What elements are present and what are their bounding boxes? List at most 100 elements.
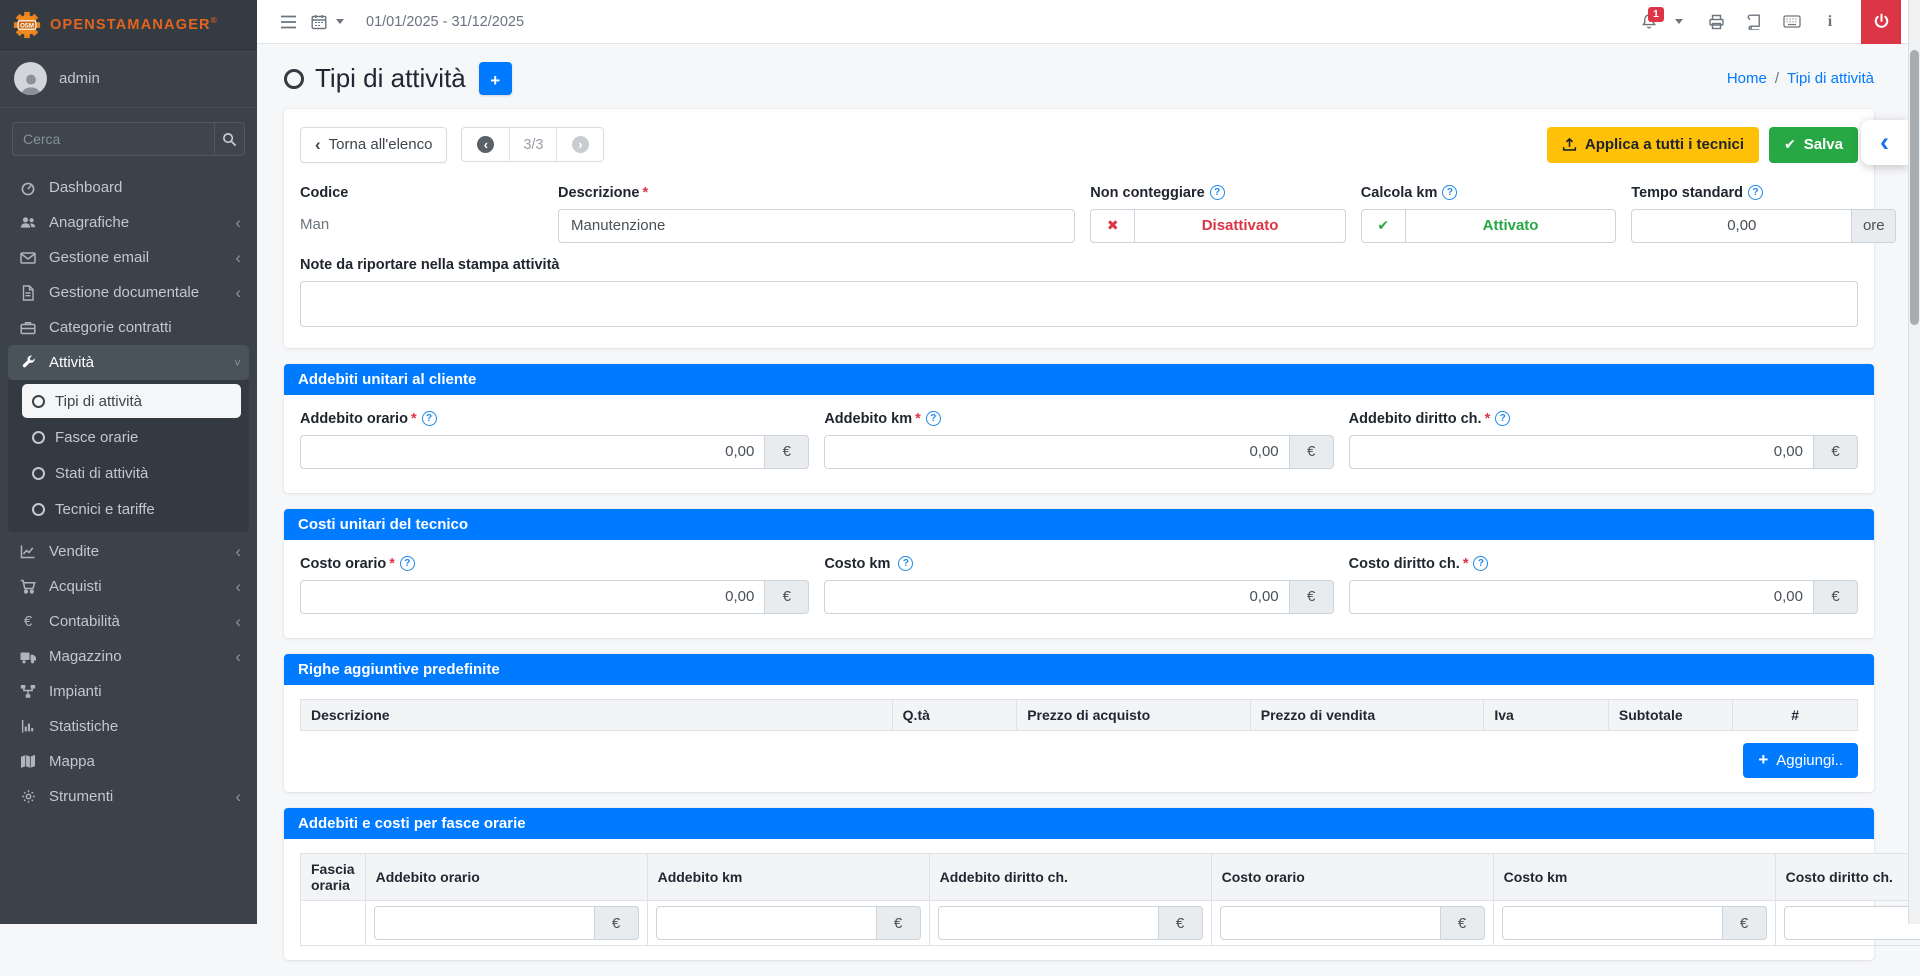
shortcuts-button[interactable] xyxy=(1773,5,1811,39)
sidebar-item-acquisti[interactable]: Acquisti ‹ xyxy=(8,569,249,604)
codice-value: Man xyxy=(300,209,543,233)
costo-diritto-input[interactable] xyxy=(1349,580,1814,614)
sidebar-item-attivita[interactable]: Attività ˅ xyxy=(8,345,249,380)
slot-costo-km-input[interactable] xyxy=(1502,906,1723,940)
circle-icon xyxy=(32,503,45,516)
tempo-standard-label: Tempo standard xyxy=(1631,185,1743,201)
slot-costo-orario-input[interactable] xyxy=(1220,906,1441,940)
circle-icon xyxy=(32,467,45,480)
power-icon xyxy=(1873,13,1890,30)
costo-orario-input[interactable] xyxy=(300,580,765,614)
euro-addon: € xyxy=(1159,906,1203,940)
sidebar-item-gestione-email[interactable]: Gestione email ‹ xyxy=(8,240,249,275)
help-icon[interactable]: ? xyxy=(400,556,415,571)
sidebar-item-stati-di-attivita[interactable]: Stati di attività xyxy=(22,456,241,490)
calcola-km-toggle[interactable]: Attivato xyxy=(1361,209,1617,243)
column-header: Subtotale xyxy=(1608,699,1733,730)
sidebar-item-label: Dashboard xyxy=(49,179,122,196)
sidebar-item-fasce-orarie[interactable]: Fasce orarie xyxy=(22,420,241,454)
required-asterisk: * xyxy=(411,411,417,427)
notifications-button[interactable]: 1 xyxy=(1632,5,1666,39)
tempo-standard-input[interactable] xyxy=(1631,209,1852,243)
euro-addon: € xyxy=(877,906,921,940)
non-conteggiare-toggle[interactable]: Disattivato xyxy=(1090,209,1346,243)
record-type-circle-icon xyxy=(284,69,304,89)
truck-icon xyxy=(16,650,40,664)
column-header: Addebito orario xyxy=(365,854,647,901)
chevron-left-icon: ‹ xyxy=(235,788,241,805)
descrizione-input[interactable] xyxy=(558,209,1075,243)
sidebar-item-anagrafiche[interactable]: Anagrafiche ‹ xyxy=(8,205,249,240)
search-input[interactable] xyxy=(13,123,214,155)
sidebar-item-contabilita[interactable]: € Contabilità ‹ xyxy=(8,604,249,639)
sidebar-item-tecnici-e-tariffe[interactable]: Tecnici e tariffe xyxy=(22,492,241,526)
brand-logo[interactable]: OSM OpenSTAManager® xyxy=(0,0,257,50)
addebito-km-field: Addebito km*? € xyxy=(824,411,1333,469)
sidebar-item-label: Acquisti xyxy=(49,578,102,595)
search-button[interactable] xyxy=(214,123,244,155)
help-icon[interactable]: ? xyxy=(1210,185,1225,200)
sidebar-item-tipi-di-attivita[interactable]: Tipi di attività xyxy=(22,384,241,418)
costo-orario-label: Costo orario xyxy=(300,556,386,572)
svg-text:OSM: OSM xyxy=(20,22,34,29)
slot-addebito-orario-input[interactable] xyxy=(374,906,595,940)
help-icon[interactable]: ? xyxy=(1442,185,1457,200)
logout-button[interactable] xyxy=(1861,0,1901,44)
print-button[interactable] xyxy=(1697,5,1735,39)
sidebar-item-magazzino[interactable]: Magazzino ‹ xyxy=(8,639,249,674)
sidebar-item-mappa[interactable]: Mappa xyxy=(8,744,249,779)
add-row-button[interactable]: Aggiungi.. xyxy=(1743,743,1858,779)
sidebar-item-strumenti[interactable]: Strumenti ‹ xyxy=(8,779,249,814)
breadcrumb-home-link[interactable]: Home xyxy=(1727,70,1767,87)
addebito-diritto-input[interactable] xyxy=(1349,435,1814,469)
help-icon[interactable]: ? xyxy=(898,556,913,571)
back-to-list-button[interactable]: ‹ Torna all'elenco xyxy=(300,127,447,163)
client-charges-body: Addebito orario*? € Addebito km*? € Adde… xyxy=(284,395,1874,493)
avatar xyxy=(14,62,47,95)
costo-km-input[interactable] xyxy=(824,580,1289,614)
user-panel[interactable]: admin xyxy=(0,50,257,108)
sidebar-item-categorie-contratti[interactable]: Categorie contratti xyxy=(8,310,249,345)
note-textarea[interactable] xyxy=(300,281,1858,327)
sidebar-item-vendite[interactable]: Vendite ‹ xyxy=(8,534,249,569)
help-icon[interactable]: ? xyxy=(1748,185,1763,200)
slot-addebito-km-input[interactable] xyxy=(656,906,877,940)
sidebar: OSM OpenSTAManager® admin Dashboard Anag… xyxy=(0,0,257,924)
vertical-scrollbar[interactable] xyxy=(1908,0,1920,924)
sidebar-item-gestione-documentale[interactable]: Gestione documentale ‹ xyxy=(8,275,249,310)
help-icon[interactable]: ? xyxy=(1495,411,1510,426)
scrollbar-thumb[interactable] xyxy=(1910,50,1919,325)
help-icon[interactable]: ? xyxy=(1473,556,1488,571)
sidebar-item-impianti[interactable]: Impianti xyxy=(8,674,249,709)
calcola-km-field: Calcola km? Attivato xyxy=(1361,185,1617,243)
menu-toggle-icon[interactable] xyxy=(271,5,305,39)
info-button[interactable]: i xyxy=(1811,5,1849,39)
slot-addebito-diritto-input[interactable] xyxy=(938,906,1159,940)
euro-addon: € xyxy=(595,906,639,940)
addebito-orario-input[interactable] xyxy=(300,435,765,469)
manual-button[interactable] xyxy=(1735,5,1773,39)
sidebar-item-label: Anagrafiche xyxy=(49,214,129,231)
save-button[interactable]: Salva xyxy=(1769,127,1858,163)
help-icon[interactable]: ? xyxy=(422,411,437,426)
add-record-button[interactable] xyxy=(479,62,512,95)
required-asterisk: * xyxy=(915,411,921,427)
prev-record-button[interactable]: ‹ xyxy=(462,128,509,161)
sidebar-item-label: Impianti xyxy=(49,683,102,700)
period-picker[interactable]: 01/01/2025 - 31/12/2025 xyxy=(311,14,524,30)
sidebar-item-dashboard[interactable]: Dashboard xyxy=(8,170,249,205)
side-panel-toggle[interactable]: ‹ xyxy=(1861,120,1908,165)
sidebar-item-statistiche[interactable]: Statistiche xyxy=(8,709,249,744)
gear-logo-icon: OSM xyxy=(12,10,42,40)
next-record-button[interactable]: › xyxy=(556,128,603,161)
descrizione-field: Descrizione* xyxy=(558,185,1075,243)
apply-to-all-technicians-button[interactable]: Applica a tutti i tecnici xyxy=(1547,127,1759,163)
column-header: Costo orario xyxy=(1211,854,1493,901)
sidebar-item-label: Vendite xyxy=(49,543,99,560)
sidebar-item-label: Strumenti xyxy=(49,788,113,805)
toolbar-actions: Applica a tutti i tecnici Salva xyxy=(1547,127,1858,163)
column-header: Costo diritto ch. xyxy=(1775,854,1920,901)
addebito-km-input[interactable] xyxy=(824,435,1289,469)
slot-costo-diritto-input[interactable] xyxy=(1784,906,1920,940)
help-icon[interactable]: ? xyxy=(926,411,941,426)
